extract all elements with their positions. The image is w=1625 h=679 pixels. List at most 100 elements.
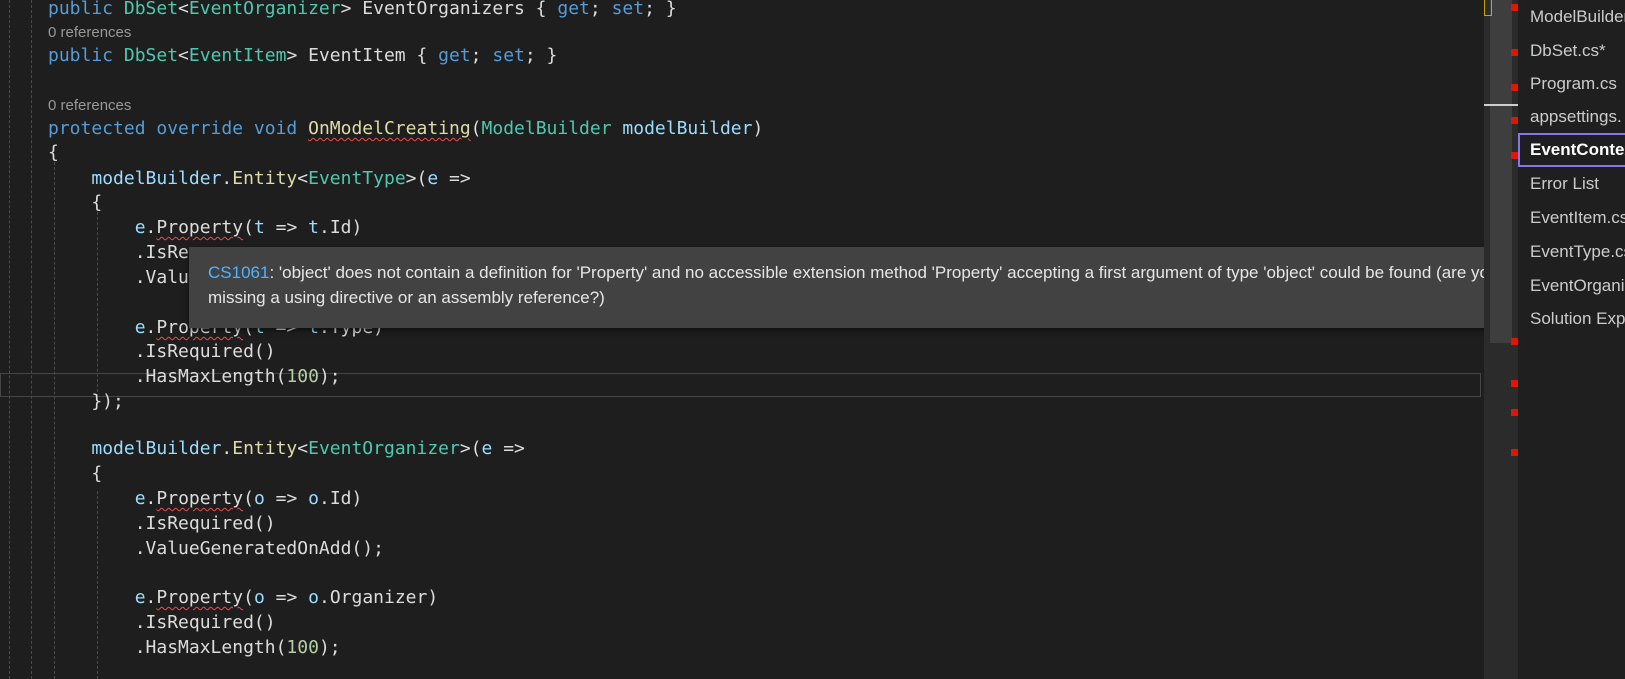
code-token: .IsRequired() (48, 513, 276, 534)
code-token: }); (48, 391, 124, 412)
error-tooltip: CS1061: 'object' does not contain a defi… (189, 247, 1530, 328)
code-token: ) (752, 118, 764, 139)
code-line[interactable]: e.Property(o => o.Id) (0, 486, 1484, 512)
code-token: < (178, 0, 189, 19)
code-token: o (308, 488, 319, 509)
code-token: => (264, 217, 309, 238)
code-token: => (264, 488, 309, 509)
file-tab[interactable]: DbSet.cs* (1518, 34, 1625, 68)
code-token: > EventOrganizers { (340, 0, 558, 19)
code-token: modelBuilder (91, 438, 222, 459)
code-token: ( (470, 118, 482, 139)
code-line[interactable]: protected override void OnModelCreating(… (0, 116, 1484, 142)
code-token: 100 (286, 366, 319, 387)
file-tab[interactable]: Solution Exp (1518, 302, 1625, 336)
code-line[interactable]: e.Property(o => o.Organizer) (0, 585, 1484, 611)
file-tab-well: ModelBuilder DbSet.cs* Program.cs appsettin… (1518, 0, 1625, 679)
code-token: => (492, 438, 525, 459)
error-marker (1511, 49, 1518, 56)
scrollbar-thumb[interactable] (1490, 0, 1512, 343)
code-editor[interactable]: 0 references 0 references public DbSet<E… (0, 0, 1484, 679)
code-token: ; (589, 0, 612, 19)
code-token: get (438, 45, 471, 66)
code-line[interactable]: { (0, 140, 1484, 166)
code-token: { (48, 463, 103, 484)
code-token: ; (470, 45, 493, 66)
code-token: . (145, 587, 157, 608)
code-token: .Valu (48, 267, 189, 288)
code-token: protected (48, 118, 157, 139)
code-token: e (134, 488, 146, 509)
code-token: o (253, 587, 265, 608)
code-token: e (481, 438, 493, 459)
code-token: modelBuilder (91, 168, 222, 189)
code-line[interactable]: .ValueGeneratedOnAdd(); (0, 536, 1484, 562)
code-token: > EventItem { (286, 45, 439, 66)
file-tab[interactable]: Error List (1518, 167, 1625, 201)
code-lens-references[interactable]: 0 references (48, 96, 131, 116)
code-line[interactable]: { (0, 461, 1484, 487)
code-lens-references[interactable]: 0 references (48, 23, 131, 43)
code-line[interactable]: .HasMaxLength(100); (0, 635, 1484, 661)
code-token: t (308, 217, 319, 238)
error-marker (1511, 409, 1518, 416)
code-token: ); (318, 366, 341, 387)
code-line[interactable]: modelBuilder.Entity<EventOrganizer>(e => (0, 436, 1484, 462)
file-tab[interactable]: EventContext (1518, 133, 1625, 167)
code-token: .IsRe (48, 242, 189, 263)
file-tab[interactable]: EventType.cs (1518, 235, 1625, 269)
code-token: . (145, 217, 157, 238)
file-tab[interactable]: EventOrganiz (1518, 269, 1625, 303)
error-marker (1511, 4, 1518, 11)
code-line[interactable]: .IsRequired() (0, 610, 1484, 636)
code-token: .IsRequired() (48, 341, 276, 362)
code-token: { (48, 192, 103, 213)
code-token: set (611, 0, 645, 19)
code-line[interactable]: public DbSet<EventItem> EventItem { get;… (0, 43, 1484, 69)
error-message: : 'object' does not contain a definition… (208, 263, 1499, 307)
code-token: void (253, 118, 309, 139)
file-tab[interactable]: ModelBuilder (1518, 0, 1625, 34)
code-token: e (134, 587, 146, 608)
error-marker (1511, 152, 1518, 159)
code-token: .Id) (318, 217, 363, 238)
error-marker (1511, 380, 1518, 387)
code-token: .IsRequired() (48, 612, 276, 633)
code-token: get (557, 0, 590, 19)
code-line[interactable]: .HasMaxLength(100); (0, 364, 1484, 390)
code-token: ; } (644, 0, 677, 19)
code-token: o (253, 488, 265, 509)
file-tab[interactable]: Program.cs (1518, 67, 1625, 101)
code-token: < (297, 438, 309, 459)
file-tab[interactable]: EventItem.cs (1518, 201, 1625, 235)
code-token: .HasMaxLength( (48, 637, 287, 658)
vertical-scrollbar[interactable] (1484, 0, 1518, 679)
code-line[interactable]: }); (0, 389, 1484, 415)
code-token: .ValueGeneratedOnAdd(); (48, 538, 384, 559)
code-token: o (308, 587, 319, 608)
code-token: ; } (524, 45, 558, 66)
error-marker (1511, 338, 1518, 345)
code-line[interactable]: { (0, 190, 1484, 216)
code-line[interactable]: e.Property(t => t.Id) (0, 215, 1484, 241)
code-token: .Organizer) (318, 587, 439, 608)
code-token: ); (318, 637, 341, 658)
code-token: EventOrganizer (188, 0, 341, 19)
code-line[interactable]: .IsRequired() (0, 511, 1484, 537)
file-tab[interactable]: appsettings. (1518, 100, 1625, 134)
code-token: Entity (232, 168, 298, 189)
code-line[interactable]: .IsRequired() (0, 339, 1484, 365)
code-token: .Id) (318, 488, 363, 509)
code-line[interactable]: public DbSet<EventOrganizer> EventOrgani… (0, 0, 1484, 22)
error-code-link[interactable]: CS1061 (208, 263, 269, 282)
code-token: e (134, 317, 146, 338)
code-token: . (221, 438, 233, 459)
code-line[interactable]: modelBuilder.Entity<EventType>(e => (0, 166, 1484, 192)
code-token: EventType (308, 168, 406, 189)
code-token: Property (156, 587, 244, 608)
error-marker (1511, 117, 1518, 124)
